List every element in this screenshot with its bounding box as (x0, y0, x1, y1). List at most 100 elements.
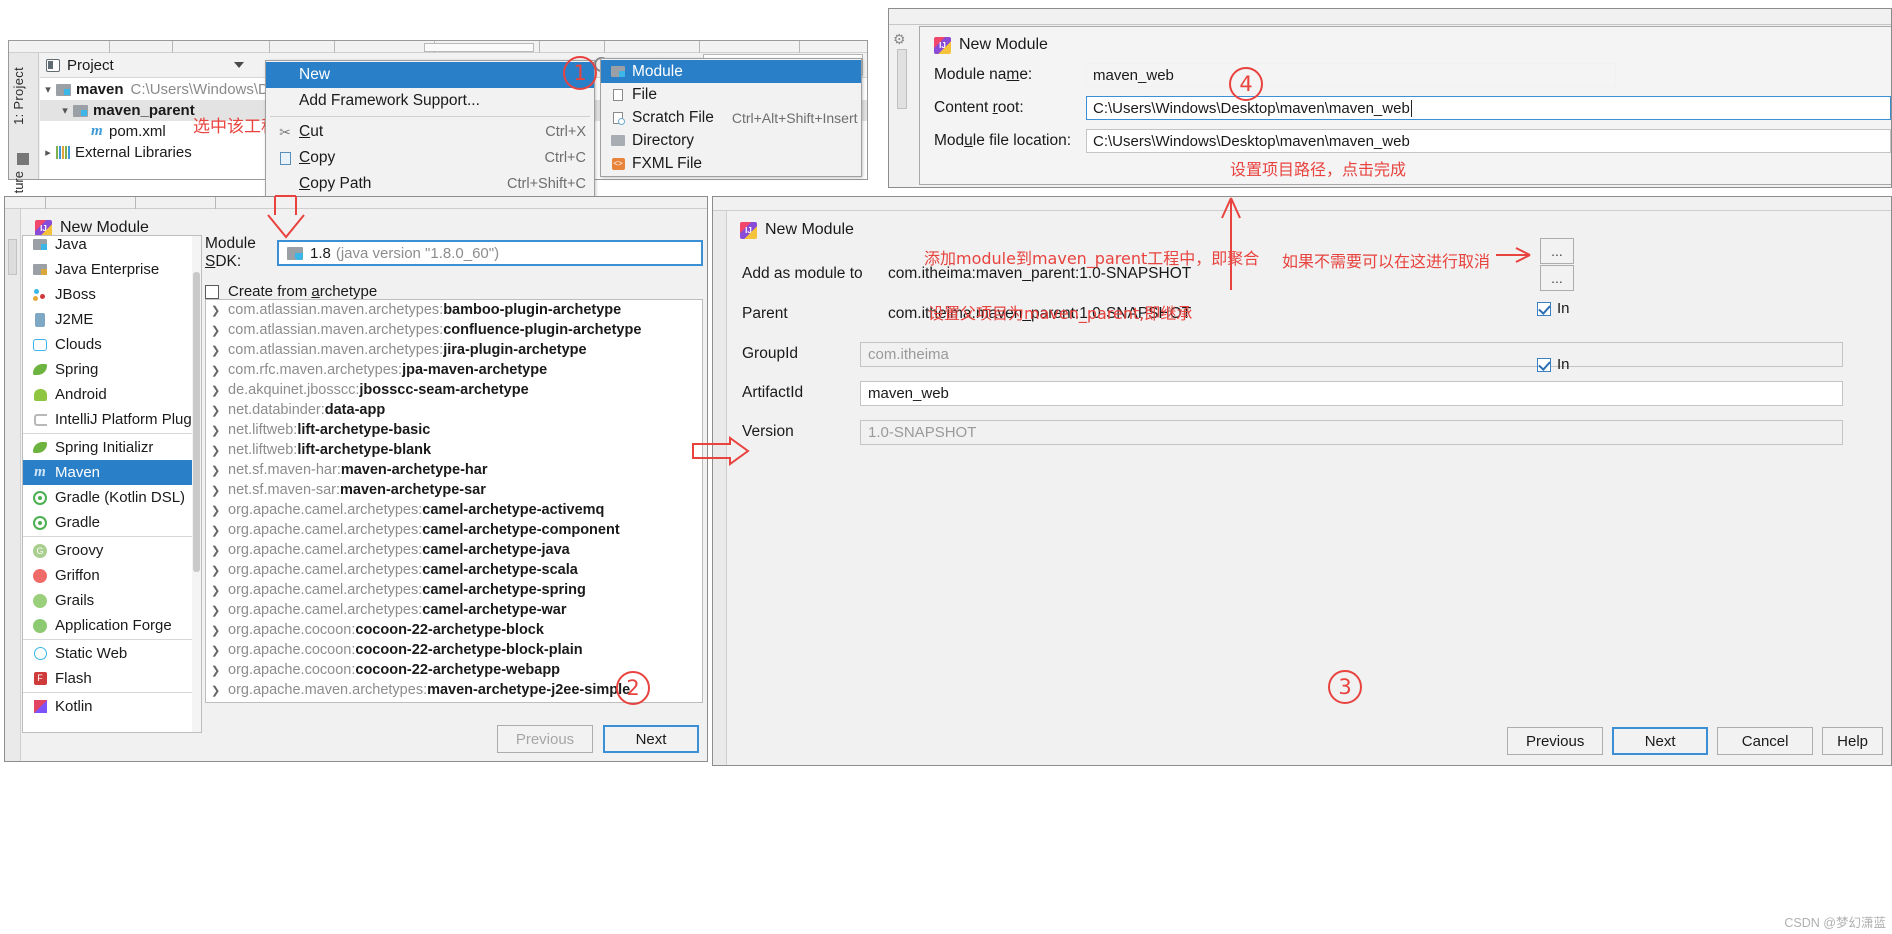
category-item-kotlin[interactable]: Kotlin (23, 694, 201, 719)
category-scrollbar[interactable] (192, 236, 201, 732)
archetype-row[interactable]: ❯net.liftweb:lift-archetype-blank (206, 440, 702, 460)
inherit-checkbox-2[interactable]: In (1537, 356, 1570, 373)
archetype-row[interactable]: ❯org.apache.cocoon:cocoon-22-archetype-b… (206, 640, 702, 660)
tab-project-vertical[interactable]: 1: Project (11, 67, 26, 125)
tree-expand-toggle[interactable]: ▸ (40, 146, 56, 159)
module-name-input[interactable]: maven_web (1086, 63, 1616, 87)
tab-structure-vertical[interactable]: ture (11, 171, 26, 193)
archetype-expand-toggle[interactable]: ❯ (211, 304, 228, 317)
browse-button-2[interactable]: ... (1540, 265, 1574, 291)
context-submenu-new[interactable]: Module File Scratch File Ctrl+Alt+Shift+… (600, 58, 862, 177)
archetype-row[interactable]: ❯net.sf.maven-har:maven-archetype-har (206, 460, 702, 480)
module-category-list[interactable]: JavaJava EnterpriseJBossJ2MECloudsSpring… (22, 235, 202, 733)
next-button[interactable]: Next (603, 725, 699, 753)
module-category-list-items[interactable]: JavaJava EnterpriseJBossJ2MECloudsSpring… (23, 235, 201, 719)
tree-expand-toggle[interactable]: ▾ (57, 104, 73, 117)
content-root-input[interactable]: C:\Users\Windows\Desktop\maven\maven_web (1086, 96, 1891, 120)
archetype-expand-toggle[interactable]: ❯ (211, 344, 228, 357)
context-menu-item-new[interactable]: New (266, 62, 594, 88)
category-item-groovy[interactable]: GGroovy (23, 538, 201, 563)
category-item-gradle[interactable]: Gradle (23, 510, 201, 535)
archetype-row[interactable]: ❯de.akquinet.jbosscc:jbosscc-seam-archet… (206, 380, 702, 400)
archetype-row[interactable]: ❯net.sf.maven-sar:maven-archetype-sar (206, 480, 702, 500)
chevron-down-icon[interactable] (234, 62, 244, 68)
category-item-j2me[interactable]: J2ME (23, 307, 201, 332)
context-menu-item-copy[interactable]: Copy Ctrl+C (266, 145, 594, 171)
archetype-expand-toggle[interactable]: ❯ (211, 504, 228, 517)
artifactid-input[interactable]: maven_web (860, 381, 1843, 406)
archetype-expand-toggle[interactable]: ❯ (211, 584, 228, 597)
category-item-grails[interactable]: Grails (23, 588, 201, 613)
next-button[interactable]: Next (1612, 727, 1708, 755)
archetype-row[interactable]: ❯com.atlassian.maven.archetypes:bamboo-p… (206, 300, 702, 320)
archetype-expand-toggle[interactable]: ❯ (211, 604, 228, 617)
scrollbar-thumb[interactable] (897, 49, 907, 109)
gear-icon[interactable]: ⚙ (893, 31, 906, 48)
archetype-row[interactable]: ❯org.apache.camel.archetypes:camel-arche… (206, 540, 702, 560)
category-item-griffon[interactable]: Griffon (23, 563, 201, 588)
create-from-archetype-checkbox[interactable] (205, 285, 219, 299)
archetype-expand-toggle[interactable]: ❯ (211, 564, 228, 577)
archetype-row[interactable]: ❯net.databinder:data-app (206, 400, 702, 420)
archetype-expand-toggle[interactable]: ❯ (211, 364, 228, 377)
archetype-row[interactable]: ❯org.apache.cocoon:cocoon-22-archetype-b… (206, 620, 702, 640)
archetype-list[interactable]: ❯com.atlassian.maven.archetypes:bamboo-p… (205, 299, 703, 703)
archetype-row[interactable]: ❯com.atlassian.maven.archetypes:confluen… (206, 320, 702, 340)
context-menu-item-cut[interactable]: ✂ Cut Ctrl+X (266, 119, 594, 145)
archetype-expand-toggle[interactable]: ❯ (211, 524, 228, 537)
archetype-expand-toggle[interactable]: ❯ (211, 484, 228, 497)
category-item-static-web[interactable]: Static Web (23, 641, 201, 666)
archetype-expand-toggle[interactable]: ❯ (211, 684, 228, 697)
module-sdk-combo[interactable]: 1.8 (java version "1.8.0_60") (277, 240, 703, 266)
scrollbar-thumb[interactable] (8, 239, 17, 275)
archetype-expand-toggle[interactable]: ❯ (211, 324, 228, 337)
archetype-row[interactable]: ❯org.apache.camel.archetypes:camel-arche… (206, 560, 702, 580)
category-item-intellij-platform-plugin[interactable]: IntelliJ Platform Plugin (23, 407, 201, 432)
category-item-jboss[interactable]: JBoss (23, 282, 201, 307)
category-item-spring[interactable]: Spring (23, 357, 201, 382)
category-item-android[interactable]: Android (23, 382, 201, 407)
tree-expand-toggle[interactable]: ▾ (40, 83, 56, 96)
previous-button[interactable]: Previous (1507, 727, 1603, 755)
category-item-java[interactable]: Java (23, 235, 201, 257)
checkbox-checked-icon[interactable] (1537, 302, 1551, 316)
scrollbar-thumb[interactable] (193, 272, 200, 572)
category-item-gradle-kotlin-dsl[interactable]: Gradle (Kotlin DSL) (23, 485, 201, 510)
help-button[interactable]: Help (1822, 727, 1883, 755)
submenu-item-fxml-file[interactable]: <> FXML File (601, 152, 861, 175)
category-item-java-enterprise[interactable]: Java Enterprise (23, 257, 201, 282)
cancel-button[interactable]: Cancel (1717, 727, 1813, 755)
archetype-expand-toggle[interactable]: ❯ (211, 644, 228, 657)
context-menu[interactable]: New Add Framework Support... ✂ Cut Ctrl+… (265, 60, 595, 199)
version-input[interactable]: 1.0-SNAPSHOT (860, 420, 1843, 445)
submenu-item-file[interactable]: File (601, 83, 861, 106)
create-from-archetype-row[interactable]: Create from archetype (205, 283, 703, 300)
submenu-item-scratch-file[interactable]: Scratch File Ctrl+Alt+Shift+Insert (601, 106, 861, 129)
archetype-expand-toggle[interactable]: ❯ (211, 444, 228, 457)
submenu-item-module[interactable]: Module (601, 60, 861, 83)
archetype-expand-toggle[interactable]: ❯ (211, 544, 228, 557)
inherit-checkbox-1[interactable]: In (1537, 300, 1570, 317)
category-item-flash[interactable]: FFlash (23, 666, 201, 691)
archetype-expand-toggle[interactable]: ❯ (211, 404, 228, 417)
archetype-expand-toggle[interactable]: ❯ (211, 624, 228, 637)
archetype-expand-toggle[interactable]: ❯ (211, 384, 228, 397)
context-menu-item-add-framework-support[interactable]: Add Framework Support... (266, 88, 594, 114)
module-file-location-input[interactable]: C:\Users\Windows\Desktop\maven\maven_web (1086, 129, 1891, 153)
archetype-row[interactable]: ❯org.apache.camel.archetypes:camel-arche… (206, 520, 702, 540)
archetype-row[interactable]: ❯org.apache.camel.archetypes:camel-arche… (206, 500, 702, 520)
checkbox-checked-icon[interactable] (1537, 358, 1551, 372)
archetype-row[interactable]: ❯com.atlassian.maven.archetypes:jira-plu… (206, 340, 702, 360)
archetype-row[interactable]: ❯net.liftweb:lift-archetype-basic (206, 420, 702, 440)
category-item-application-forge[interactable]: Application Forge (23, 613, 201, 638)
submenu-item-directory[interactable]: Directory (601, 129, 861, 152)
archetype-row[interactable]: ❯org.apache.camel.archetypes:camel-arche… (206, 580, 702, 600)
browse-button-1[interactable]: ... (1540, 238, 1574, 264)
context-menu-item-copy-path[interactable]: Copy Path Ctrl+Shift+C (266, 171, 594, 197)
groupid-input[interactable]: com.itheima (860, 342, 1843, 367)
archetype-row[interactable]: ❯com.rfc.maven.archetypes:jpa-maven-arch… (206, 360, 702, 380)
archetype-row[interactable]: ❯org.apache.camel.archetypes:camel-arche… (206, 600, 702, 620)
category-item-spring-initializr[interactable]: Spring Initializr (23, 435, 201, 460)
previous-button[interactable]: Previous (497, 725, 593, 753)
category-item-maven[interactable]: mMaven (23, 460, 201, 485)
